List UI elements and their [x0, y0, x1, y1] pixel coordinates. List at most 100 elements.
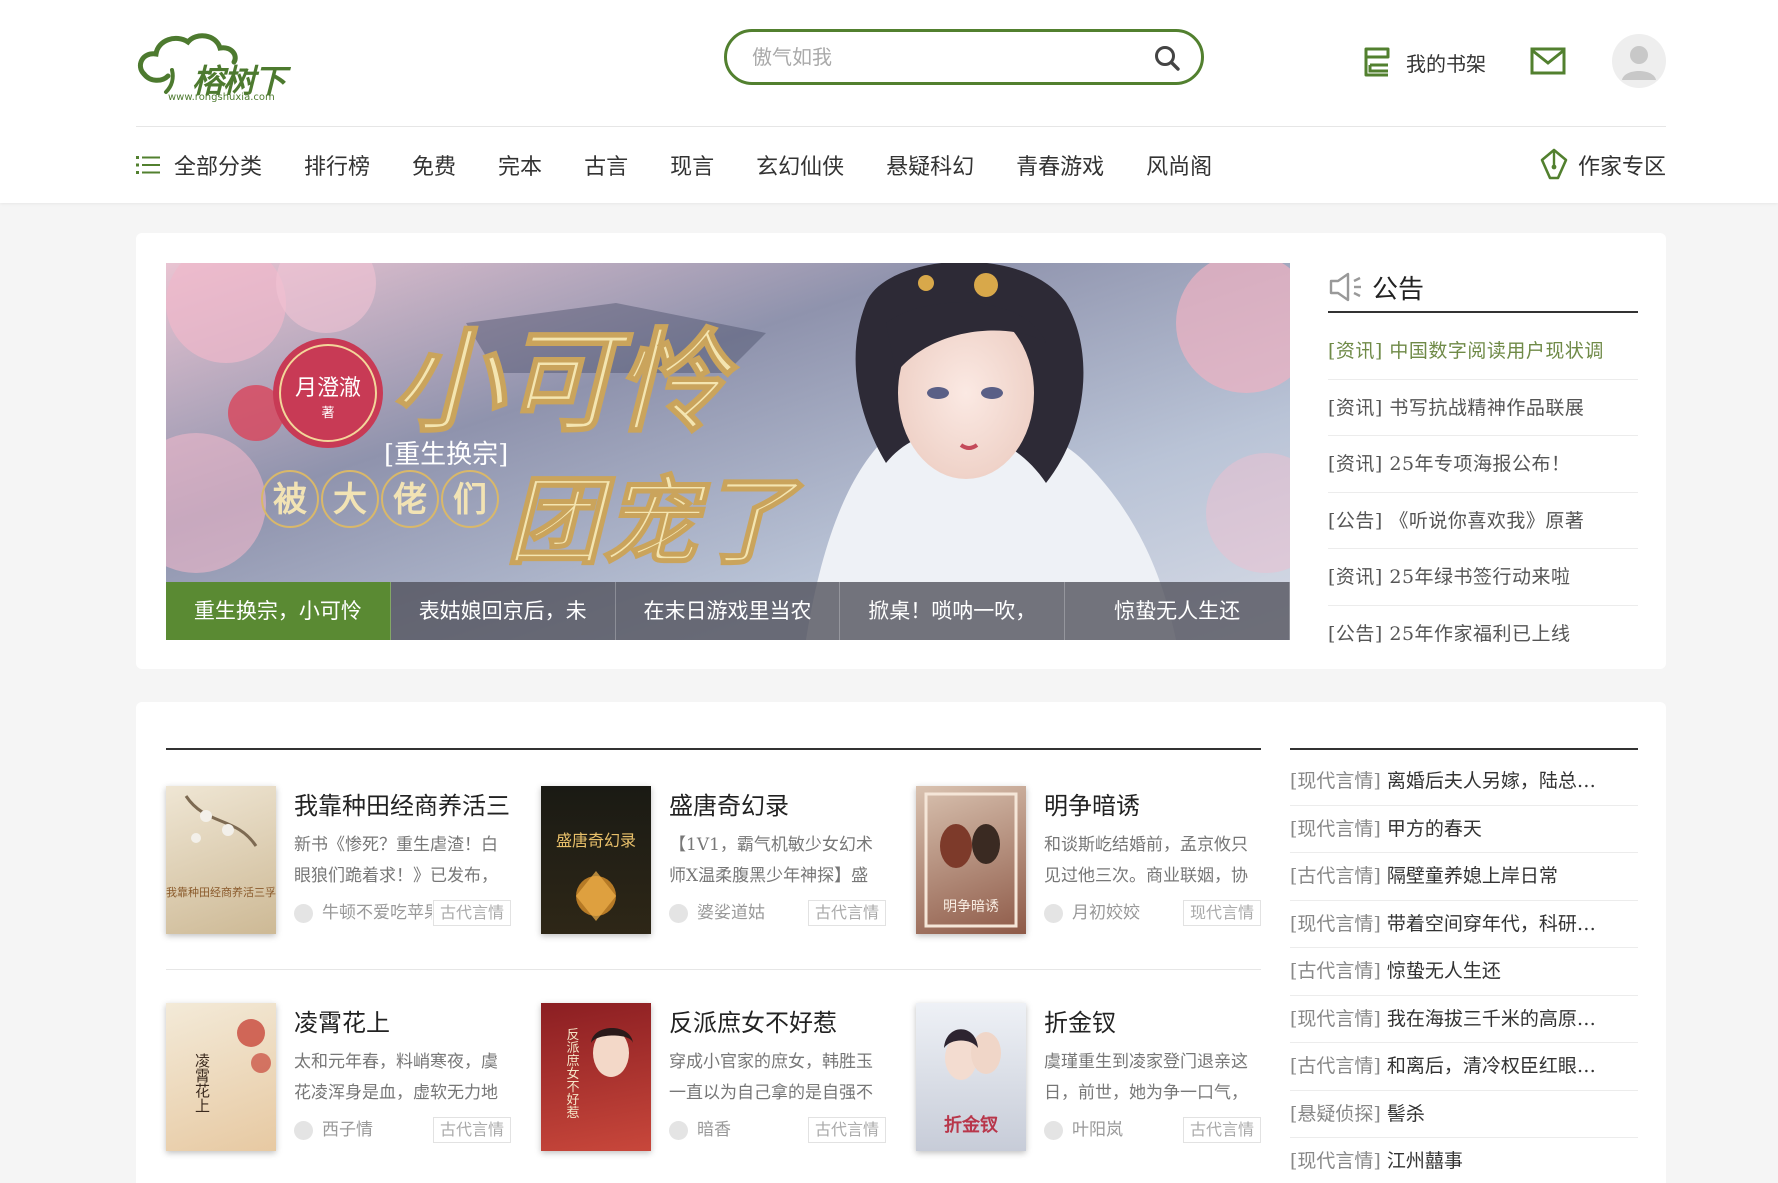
banner-line-char: 们 [453, 480, 487, 520]
author-zone-link[interactable]: 作家专区 [1540, 145, 1666, 185]
book-card[interactable]: 反派庶女不好惹 反派庶女不好惹 穿成小官家的庶女，韩胜玉一直以为自己拿的是自强不… [541, 1003, 886, 1153]
banner-carousel[interactable]: 月澄澈 著 小可怜 [重生换宗] 被 大 佬 们 团宠了 重生换宗，小可怜 表姑… [166, 263, 1290, 640]
side-item-title: 隔壁童养媳上岸日常 [1386, 865, 1558, 887]
side-list-item[interactable]: [古代言情] 惊蛰无人生还 [1290, 948, 1638, 996]
bookshelf-link[interactable]: 我的书架 [1360, 42, 1486, 82]
book-author[interactable]: 婆娑道姑 [697, 900, 807, 926]
side-list-item[interactable]: [现代言情] 甲方的春天 [1290, 806, 1638, 853]
book-card[interactable]: 盛唐奇幻录 盛唐奇幻录 【1V1，霸气机敏少女幻术师X温柔腹黑少年神探】盛 婆娑… [541, 786, 886, 936]
author-zone-label: 作家专区 [1577, 155, 1666, 180]
banner-line-char: 被 [273, 480, 307, 520]
book-cover-art: 明争暗诱 [924, 792, 1018, 928]
book-cover-title: 盛唐奇幻录 [556, 831, 636, 850]
nav-item-fantasy[interactable]: 玄幻仙侠 [756, 149, 844, 181]
author-avatar-icon [294, 904, 313, 923]
book-title[interactable]: 明争暗诱 [1044, 786, 1261, 821]
book-cover[interactable]: 反派庶女不好惹 [541, 1003, 651, 1151]
nav-item-free[interactable]: 免费 [412, 149, 456, 181]
genre-tag[interactable]: 古代言情 [432, 900, 511, 926]
book-description: 新书《惨死？重生虐渣！白眼狼们跪着求！》已发布， [294, 835, 498, 886]
side-list-item[interactable]: [现代言情] 江州囍事 [1290, 1138, 1638, 1183]
header-divider [136, 126, 1666, 127]
book-author[interactable]: 月初姣姣 [1072, 900, 1182, 926]
book-card[interactable]: 凌霄花上 凌霄花上 太和元年春，料峭寒夜，虞花凌浑身是血，虚软无力地 西子情 古… [166, 1003, 511, 1153]
banner-tab[interactable]: 掀桌！唢呐一吹， [840, 582, 1066, 640]
book-meta: 暗香 古代言情 [669, 1117, 886, 1143]
side-list-item[interactable]: [古代言情] 隔壁童养媳上岸日常 [1290, 853, 1638, 901]
book-title[interactable]: 折金钗 [1044, 1003, 1261, 1038]
author-avatar-icon [1044, 904, 1063, 923]
book-cover-title: 明争暗诱 [943, 899, 999, 915]
side-list-item[interactable]: [现代言情] 带着空间穿年代，科研… [1290, 901, 1638, 948]
book-cover-title: 反派庶女不好惹 [564, 1028, 580, 1119]
nav-item-ranking[interactable]: 排行榜 [304, 149, 370, 181]
banner-tab[interactable]: 重生换宗，小可怜 [166, 582, 391, 640]
notice-item[interactable]: [资讯] 25年专项海报公布！ [1328, 436, 1638, 493]
book-title[interactable]: 我靠种田经商养活三 [294, 786, 511, 821]
book-cover[interactable]: 折金钗 [916, 1003, 1026, 1151]
banner-tabs: 重生换宗，小可怜 表姑娘回京后，未 在末日游戏里当农 掀桌！唢呐一吹， 惊蛰无人… [166, 582, 1290, 640]
book-cover[interactable]: 盛唐奇幻录 [541, 786, 651, 934]
book-author[interactable]: 暗香 [697, 1117, 807, 1143]
notice-item[interactable]: [资讯] 25年绿书签行动来啦 [1328, 549, 1638, 606]
side-list-item[interactable]: [悬疑侦探] 髻杀 [1290, 1091, 1638, 1138]
search-input[interactable] [752, 32, 1142, 82]
book-title[interactable]: 凌霄花上 [294, 1003, 511, 1038]
nav-item-modern-romance[interactable]: 现言 [670, 149, 714, 181]
genre-tag[interactable]: 古代言情 [807, 900, 886, 926]
side-item-genre: [古代言情] [1290, 865, 1381, 887]
logo-url: www.rongshuxia.com [168, 92, 275, 103]
book-cover-art: 反派庶女不好惹 [564, 1028, 633, 1119]
side-list-item[interactable]: [古代言情] 和离后，清冷权臣红眼… [1290, 1043, 1638, 1091]
bookshelf-label: 我的书架 [1406, 51, 1486, 76]
books-top-rule [166, 748, 1261, 750]
pen-nib-icon [1540, 148, 1568, 180]
book-cover[interactable]: 凌霄花上 [166, 1003, 276, 1151]
side-book-list: [现代言情] 离婚后夫人另嫁，陆总… [现代言情] 甲方的春天 [古代言情] 隔… [1290, 758, 1638, 1183]
banner-tab[interactable]: 在末日游戏里当农 [615, 582, 841, 640]
nav-item-fengshang[interactable]: 风尚阁 [1146, 149, 1212, 181]
book-cover[interactable]: 我靠种田经商养活三孚 [166, 786, 276, 934]
book-author[interactable]: 西子情 [322, 1117, 432, 1143]
author-avatar-icon [294, 1121, 313, 1140]
notice-item[interactable]: [资讯] 书写抗战精神作品联展 [1328, 380, 1638, 436]
notice-item[interactable]: [公告] 25年作家福利已上线 [1328, 606, 1638, 663]
notice-header: 公告 [1328, 263, 1638, 313]
banner-panel: 月澄澈 著 小可怜 [重生换宗] 被 大 佬 们 团宠了 重生换宗，小可怜 表姑… [136, 233, 1666, 669]
book-title[interactable]: 盛唐奇幻录 [669, 786, 886, 821]
genre-tag[interactable]: 现代言情 [1182, 900, 1261, 926]
side-item-genre: [现代言情] [1290, 817, 1381, 840]
banner-tab[interactable]: 表姑娘回京后，未 [390, 582, 616, 640]
genre-tag[interactable]: 古代言情 [432, 1117, 511, 1143]
notice-item[interactable]: [资讯] 中国数字阅读用户现状调 [1328, 323, 1638, 380]
book-card[interactable]: 明争暗诱 明争暗诱 和谈斯屹结婚前，孟京攸只见过他三次。商业联姻，协 月初姣姣 … [916, 786, 1261, 936]
speaker-icon [1329, 272, 1361, 302]
mail-icon[interactable] [1530, 46, 1566, 76]
notice-item[interactable]: [公告] 《听说你喜欢我》原著 [1328, 493, 1638, 549]
side-list-item[interactable]: [现代言情] 我在海拔三千米的高原… [1290, 996, 1638, 1043]
nav-item-suspense-scifi[interactable]: 悬疑科幻 [886, 149, 974, 181]
user-avatar[interactable] [1612, 34, 1666, 88]
book-card[interactable]: 折金钗 折金钗 虞瑾重生到凌家登门退亲这日，前世，她为争一口气， 叶阳岚 古代言… [916, 1003, 1261, 1153]
search-icon[interactable] [1153, 44, 1181, 72]
site-logo[interactable]: 榕树下 www.rongshuxia.com [136, 26, 296, 106]
book-cover[interactable]: 明争暗诱 [916, 786, 1026, 934]
recommend-panel: 我靠种田经商养活三孚 我靠种田经商养活三 新书《惨死？重生虐渣！白眼狼们跪着求！… [136, 702, 1666, 1183]
author-avatar-icon [669, 1121, 688, 1140]
book-title[interactable]: 反派庶女不好惹 [669, 1003, 886, 1038]
genre-tag[interactable]: 古代言情 [1182, 1117, 1261, 1143]
book-description: 【1V1，霸气机敏少女幻术师X温柔腹黑少年神探】盛 [669, 835, 873, 886]
nav-item-youth-game[interactable]: 青春游戏 [1016, 149, 1104, 181]
nav-item-completed[interactable]: 完本 [498, 149, 542, 181]
banner-tab[interactable]: 惊蛰无人生还 [1065, 582, 1290, 640]
book-author[interactable]: 叶阳岚 [1072, 1117, 1182, 1143]
book-card[interactable]: 我靠种田经商养活三孚 我靠种田经商养活三 新书《惨死？重生虐渣！白眼狼们跪着求！… [166, 786, 511, 936]
nav-all-categories[interactable]: 全部分类 [136, 149, 262, 181]
side-list-item[interactable]: [现代言情] 离婚后夫人另嫁，陆总… [1290, 758, 1638, 806]
banner-title2: 团宠了 [506, 465, 804, 578]
nav-item-ancient-romance[interactable]: 古言 [584, 149, 628, 181]
side-item-genre: [古代言情] [1290, 960, 1381, 982]
genre-tag[interactable]: 古代言情 [807, 1117, 886, 1143]
book-author[interactable]: 牛顿不爱吃苹果 [322, 900, 432, 926]
banner-author-suffix: 著 [321, 406, 334, 421]
